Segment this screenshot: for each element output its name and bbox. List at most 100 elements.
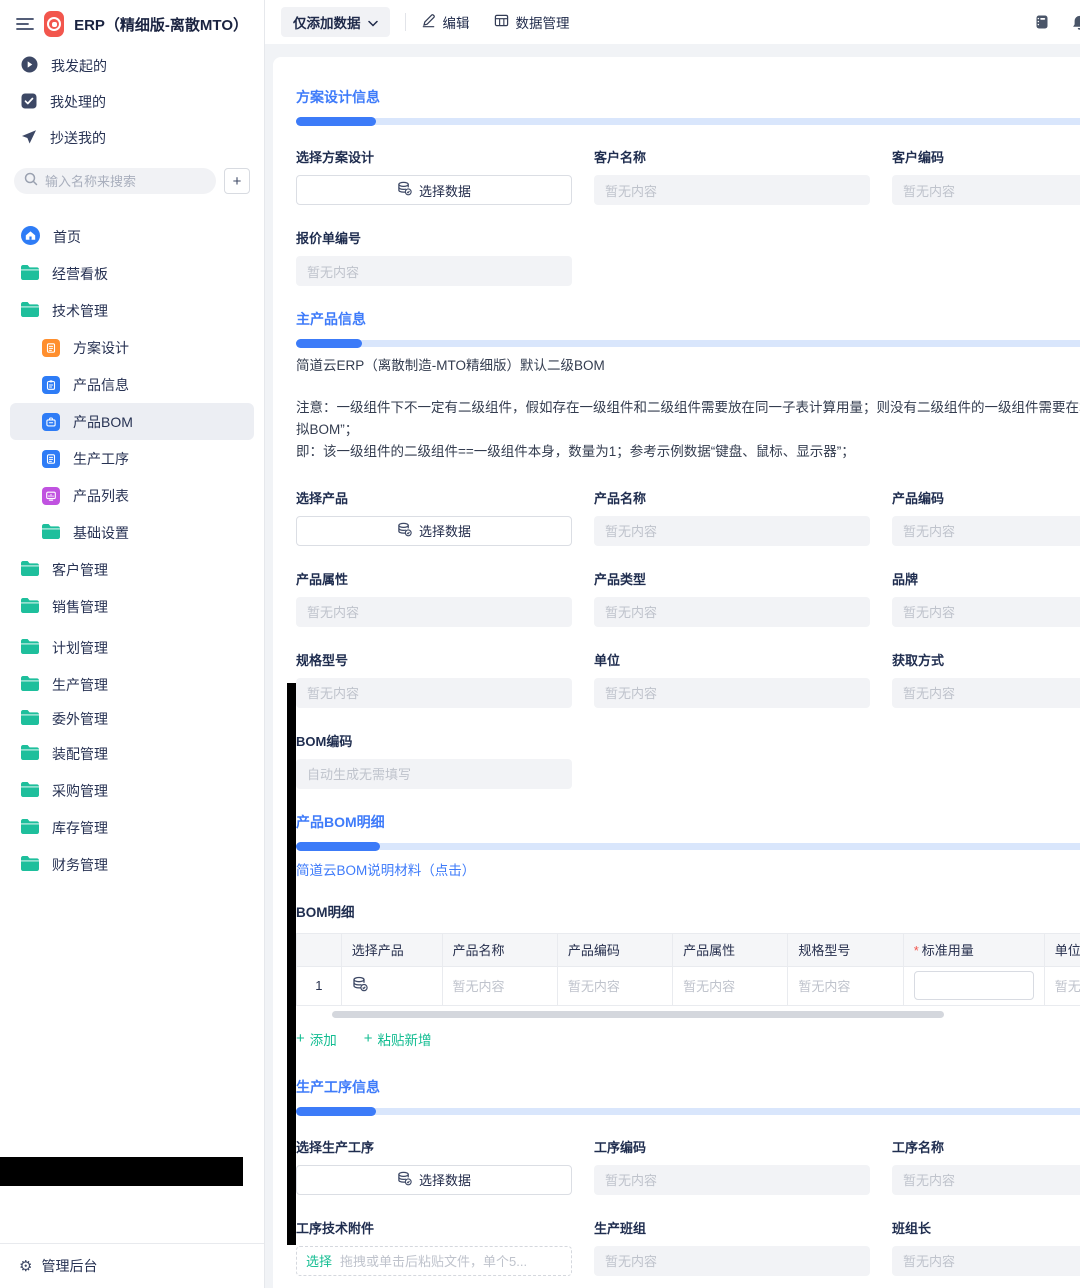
- sidebar-item-plan-design[interactable]: 方案设计: [10, 329, 254, 366]
- edit-label: 编辑: [443, 12, 470, 32]
- field-quote-no: 报价单编号 暂无内容: [296, 228, 572, 286]
- sidebar-item-cc-me[interactable]: 抄送我的: [0, 120, 264, 156]
- search-box[interactable]: [14, 168, 216, 194]
- row-select-product-cell[interactable]: [341, 966, 442, 1005]
- nav-label: 技术管理: [52, 301, 108, 321]
- field-select-product: 选择产品 选择数据: [296, 488, 572, 546]
- nav-label: 销售管理: [52, 597, 108, 617]
- row-index: 1: [297, 966, 342, 1005]
- search-input[interactable]: [45, 174, 206, 189]
- folder-icon: [21, 265, 39, 283]
- sidebar-item-product-bom[interactable]: 产品BOM: [10, 403, 254, 440]
- field-product-type: 产品类型 暂无内容: [594, 569, 870, 627]
- field-label: 报价单编号: [296, 228, 572, 247]
- nav-label: 财务管理: [52, 855, 108, 875]
- field-customer-name: 客户名称 暂无内容: [594, 147, 870, 205]
- sidebar-item-business-board[interactable]: 经营看板: [10, 255, 254, 292]
- home-icon: [21, 226, 40, 248]
- sidebar-item-processed[interactable]: 我处理的: [0, 84, 264, 120]
- send-plane-icon: [21, 129, 37, 148]
- pencil-icon: [421, 13, 436, 31]
- col-select-product: 选择产品: [341, 933, 442, 966]
- section-title-bom: 产品BOM明细: [296, 812, 1080, 832]
- edit-button[interactable]: 编辑: [421, 12, 470, 32]
- field-attachment: 工序技术附件 选择 拖拽或单击后粘贴文件，单个5...: [296, 1218, 572, 1276]
- journal-icon[interactable]: [1034, 14, 1050, 30]
- sidebar-item-purchase-manage[interactable]: 采购管理: [10, 772, 254, 809]
- leader-input: 暂无内容: [892, 1246, 1080, 1276]
- folder-icon: [21, 639, 39, 657]
- folder-icon: [21, 598, 39, 616]
- row-spec: 暂无内容: [788, 966, 903, 1005]
- product-attr-input: 暂无内容: [296, 597, 572, 627]
- sidebar-item-inventory-manage[interactable]: 库存管理: [10, 809, 254, 846]
- sidebar-item-tech-manage[interactable]: 技术管理: [10, 292, 254, 329]
- field-label: 选择生产工序: [296, 1137, 572, 1156]
- briefcase-icon: [42, 413, 60, 431]
- section-title-product: 主产品信息: [296, 309, 1080, 329]
- database-select-icon[interactable]: [352, 980, 368, 995]
- select-process-data-button[interactable]: 选择数据: [296, 1165, 572, 1195]
- field-label: 生产班组: [594, 1218, 870, 1237]
- folder-icon: [21, 782, 39, 800]
- nav-label: 经营看板: [52, 264, 108, 284]
- form-doc-icon: [42, 339, 60, 357]
- sidebar-item-production-manage[interactable]: 生产管理: [10, 666, 254, 703]
- quote-no-input: 暂无内容: [296, 256, 572, 286]
- data-manage-button[interactable]: 数据管理: [494, 12, 570, 32]
- collapse-menu-icon[interactable]: [16, 17, 34, 31]
- folder-icon: [21, 302, 39, 320]
- product-note: 注意：一级组件下不一定有二级组件，假如存在一级组件和二级组件需要放在同一子表计算…: [296, 397, 1080, 464]
- mode-dropdown[interactable]: 仅添加数据: [281, 7, 390, 37]
- upload-action-label[interactable]: 选择: [306, 1251, 332, 1270]
- bom-header-row: 选择产品 产品名称 产品编码 产品属性 规格型号 *标准用量 单位: [297, 933, 1080, 966]
- select-product-data-button[interactable]: 选择数据: [296, 516, 572, 546]
- add-row-button[interactable]: +添加: [296, 1029, 337, 1049]
- nav-label: 产品列表: [73, 486, 129, 506]
- folder-icon: [21, 819, 39, 837]
- nav-label: 方案设计: [73, 338, 129, 358]
- sidebar-item-production-process[interactable]: 生产工序: [10, 440, 254, 477]
- std-qty-input[interactable]: [914, 971, 1034, 1000]
- field-label: 工序编码: [594, 1137, 870, 1156]
- field-unit: 单位 暂无内容: [594, 650, 870, 708]
- admin-console-entry[interactable]: ⚙ 管理后台: [0, 1243, 264, 1288]
- nav-label: 计划管理: [52, 638, 108, 658]
- product-type-input: 暂无内容: [594, 597, 870, 627]
- field-product-code: 产品编码 暂无内容: [892, 488, 1080, 546]
- sidebar-item-product-list[interactable]: 产品列表: [10, 477, 254, 514]
- col-product-code: 产品编码: [557, 933, 672, 966]
- sidebar-item-initiated[interactable]: 我发起的: [0, 48, 264, 84]
- row-product-code: 暂无内容: [557, 966, 672, 1005]
- sidebar-item-outsource-manage[interactable]: 委外管理: [10, 703, 254, 735]
- sidebar-item-home[interactable]: 首页: [10, 218, 254, 255]
- folder-icon: [21, 745, 39, 763]
- sidebar-item-plan-manage[interactable]: 计划管理: [10, 629, 254, 666]
- sidebar-item-basic-settings[interactable]: 基础设置: [10, 514, 254, 551]
- product-note-line1: 注意：一级组件下不一定有二级组件，假如存在一级组件和二级组件需要放在同一子表计算…: [296, 397, 1080, 442]
- bom-table-label: BOM明细: [296, 901, 1080, 921]
- bell-icon[interactable]: [1071, 14, 1080, 31]
- field-label: 产品编码: [892, 488, 1080, 507]
- field-team: 生产班组 暂无内容: [594, 1218, 870, 1276]
- attachment-upload[interactable]: 选择 拖拽或单击后粘贴文件，单个5...: [296, 1246, 572, 1276]
- customer-name-input: 暂无内容: [594, 175, 870, 205]
- add-app-button[interactable]: +: [224, 168, 250, 194]
- form-content: 方案设计信息 选择方案设计 选择数据 客户名称 暂无内容: [265, 44, 1080, 1288]
- data-table-icon: [494, 13, 509, 31]
- bom-table: 选择产品 产品名称 产品编码 产品属性 规格型号 *标准用量 单位 1: [296, 933, 1080, 1006]
- sidebar-item-product-info[interactable]: 产品信息: [10, 366, 254, 403]
- sidebar-item-customer-manage[interactable]: 客户管理: [10, 551, 254, 588]
- sidebar-item-sales-manage[interactable]: 销售管理: [10, 588, 254, 625]
- bom-doc-link[interactable]: 简道云BOM说明材料（点击）: [296, 859, 475, 879]
- database-select-icon: [397, 1171, 412, 1189]
- sidebar-item-assembly-manage[interactable]: 装配管理: [10, 735, 254, 772]
- form-card: 方案设计信息 选择方案设计 选择数据 客户名称 暂无内容: [273, 57, 1080, 1288]
- acquire-input: 暂无内容: [892, 678, 1080, 708]
- field-label: 工序技术附件: [296, 1218, 572, 1237]
- customer-code-input: 暂无内容: [892, 175, 1080, 205]
- select-design-data-button[interactable]: 选择数据: [296, 175, 572, 205]
- table-scrollbar[interactable]: [332, 1011, 944, 1018]
- sidebar-item-finance-manage[interactable]: 财务管理: [10, 846, 254, 883]
- paste-add-button[interactable]: +粘贴新增: [364, 1029, 432, 1049]
